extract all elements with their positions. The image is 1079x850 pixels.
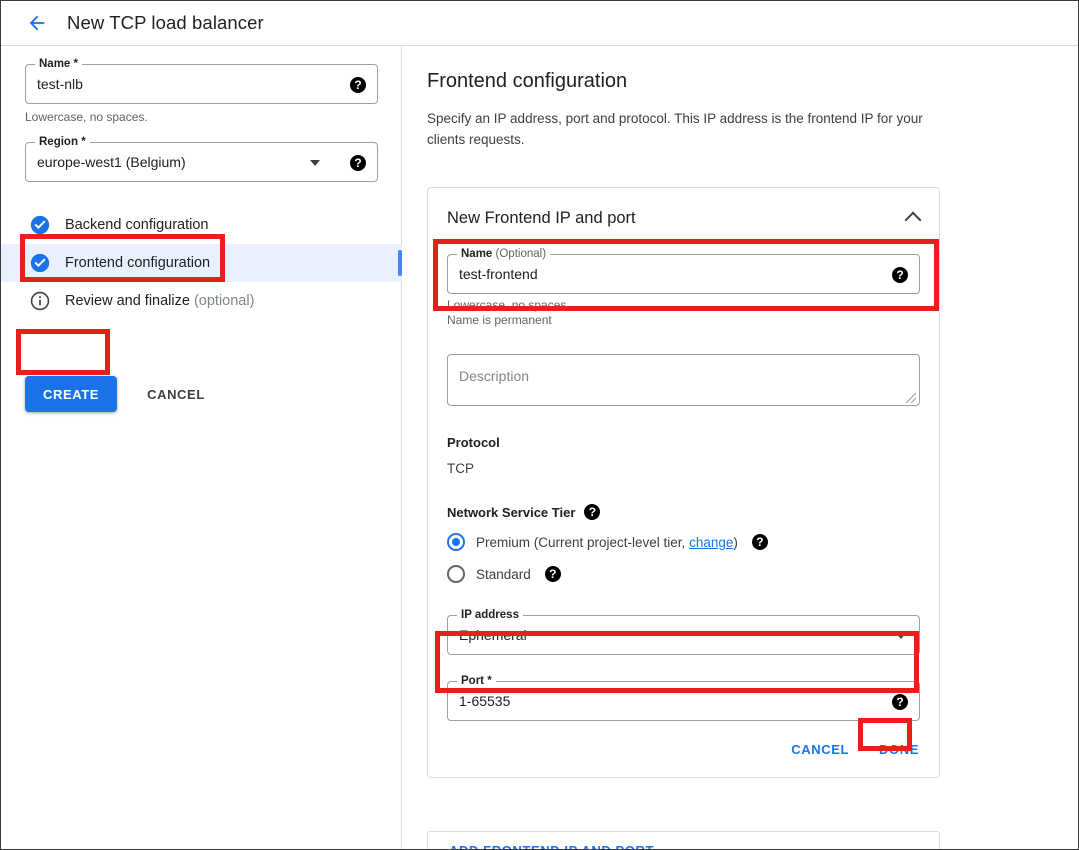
card-title: New Frontend IP and port — [447, 209, 636, 228]
wizard-actions: CREATE CANCEL — [25, 376, 211, 412]
card-done-button[interactable]: DONE — [879, 742, 919, 757]
protocol-value: TCP — [447, 461, 920, 476]
cancel-button[interactable]: CANCEL — [141, 386, 211, 403]
radio-premium-label: Premium (Current project-level tier, cha… — [476, 535, 738, 550]
protocol-label: Protocol — [447, 435, 920, 450]
lb-name-hint: Lowercase, no spaces. — [25, 110, 378, 124]
lb-region-value: europe-west1 (Belgium) — [37, 143, 337, 181]
help-icon[interactable]: ? — [545, 566, 561, 582]
port-field[interactable]: Port * 1-65535 ? — [447, 681, 920, 721]
radio-standard-control[interactable] — [447, 565, 465, 583]
create-button[interactable]: CREATE — [25, 376, 117, 412]
frontend-name-hint-1: Lowercase, no spaces. — [447, 298, 920, 312]
frontend-ip-port-card: New Frontend IP and port Name (Optional)… — [427, 187, 940, 778]
chevron-down-icon[interactable] — [896, 633, 906, 639]
add-frontend-ip-and-port-label: ADD FRONTEND IP AND PORT — [449, 843, 654, 850]
sidebar-item-frontend-configuration[interactable]: Frontend configuration — [1, 244, 402, 282]
check-circle-icon — [29, 252, 51, 274]
radio-premium-control[interactable] — [447, 533, 465, 551]
back-button[interactable] — [15, 1, 59, 45]
lb-name-field[interactable]: Name * test-nlb ? — [25, 64, 378, 104]
network-service-tier-label: Network Service Tier — [447, 505, 575, 520]
sidebar-item-backend-configuration[interactable]: Backend configuration — [1, 206, 402, 244]
card-footer: CANCEL DONE — [428, 721, 939, 777]
active-step-indicator — [398, 250, 402, 276]
add-frontend-ip-and-port-button[interactable]: ADD FRONTEND IP AND PORT — [427, 831, 940, 850]
lb-region-field[interactable]: Region * europe-west1 (Belgium) ? — [25, 142, 378, 182]
change-tier-link[interactable]: change — [689, 535, 733, 550]
frontend-name-value: test-frontend — [459, 255, 879, 293]
ip-address-field[interactable]: IP address Ephemeral — [447, 615, 920, 655]
port-value: 1-65535 — [459, 682, 879, 720]
sidebar-item-label: Backend configuration — [65, 217, 209, 233]
help-icon[interactable]: ? — [892, 694, 908, 710]
lb-name-value: test-nlb — [37, 65, 337, 103]
page-title: New TCP load balancer — [67, 12, 264, 34]
description-field[interactable]: Description — [447, 354, 920, 406]
info-circle-icon — [29, 290, 51, 312]
resize-handle-icon[interactable] — [906, 393, 916, 403]
chevron-down-icon[interactable] — [310, 160, 320, 166]
section-description: Specify an IP address, port and protocol… — [427, 108, 927, 150]
radio-standard[interactable]: Standard ? — [447, 561, 920, 587]
left-panel: Name * test-nlb ? Lowercase, no spaces. … — [1, 46, 402, 850]
section-title: Frontend configuration — [427, 70, 627, 93]
check-circle-icon — [29, 214, 51, 236]
wizard-steps: Backend configuration Frontend configura… — [1, 206, 402, 320]
arrow-left-icon — [26, 12, 48, 34]
sidebar-item-label: Frontend configuration — [65, 255, 210, 271]
app-header: New TCP load balancer — [1, 1, 1078, 46]
frontend-name-hint-2: Name is permanent — [447, 313, 920, 327]
help-icon[interactable]: ? — [752, 534, 768, 550]
sidebar-item-review-and-finalize[interactable]: Review and finalize (optional) — [1, 282, 402, 320]
sidebar-item-label: Review and finalize (optional) — [65, 293, 254, 309]
card-body: Name (Optional) test-frontend ? Lowercas… — [428, 254, 939, 721]
help-icon[interactable]: ? — [892, 267, 908, 283]
right-panel: Frontend configuration Specify an IP add… — [403, 46, 1078, 850]
help-icon[interactable]: ? — [350, 155, 366, 171]
card-header[interactable]: New Frontend IP and port — [428, 188, 939, 248]
app-window: New TCP load balancer Name * test-nlb ? … — [0, 0, 1079, 850]
ip-address-value: Ephemeral — [459, 616, 879, 654]
help-icon[interactable]: ? — [584, 504, 600, 520]
chevron-up-icon[interactable] — [905, 212, 922, 229]
card-cancel-button[interactable]: CANCEL — [791, 742, 849, 757]
radio-standard-label: Standard — [476, 567, 531, 582]
optional-tag: (optional) — [194, 293, 254, 309]
description-placeholder: Description — [459, 368, 529, 384]
help-icon[interactable]: ? — [350, 77, 366, 93]
radio-premium[interactable]: Premium (Current project-level tier, cha… — [447, 529, 920, 555]
frontend-name-field[interactable]: Name (Optional) test-frontend ? — [447, 254, 920, 294]
